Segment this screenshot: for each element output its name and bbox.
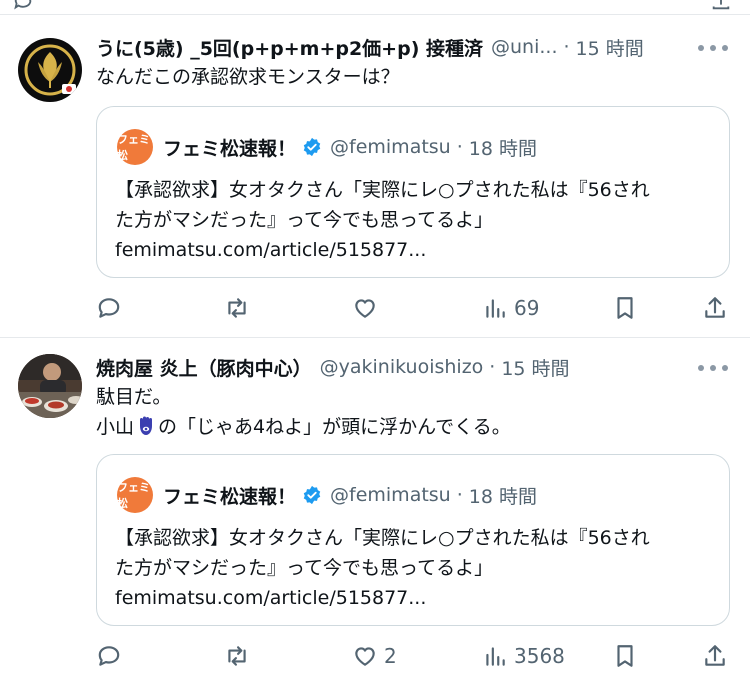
tweet-header: 焼肉屋 炎上（豚肉中心） @yakinikuoishizo · 15 時間	[96, 352, 570, 382]
quote-text: 【承認欲求】女オタクさん「実際にレ○プされた私は『56され た方がマシだった』っ…	[115, 523, 715, 613]
display-name[interactable]: 焼肉屋 炎上（豚肉中心）	[96, 354, 312, 381]
like-button[interactable]: 2	[352, 636, 397, 676]
views-count: 3568	[514, 644, 565, 668]
bookmark-button[interactable]	[612, 636, 638, 676]
views-icon	[486, 647, 505, 666]
reply-button[interactable]	[96, 288, 128, 328]
quote-avatar[interactable]: フェミ松	[117, 129, 153, 165]
avatar[interactable]	[18, 38, 82, 102]
views-icon	[486, 299, 505, 318]
quoted-tweet[interactable]: フェミ松 フェミ松速報！ @femimatsu · 18 時間 【承認欲求】女オ…	[96, 106, 730, 278]
quote-display-name: フェミ松速報！	[163, 485, 297, 508]
tweet-text: なんだこの承認欲求モンスターは？	[96, 62, 400, 92]
quote-link[interactable]: femimatsu.com/article/515877...	[115, 235, 715, 265]
more-icon[interactable]	[698, 364, 728, 372]
retweet-icon	[228, 646, 246, 666]
hamsa-emoji-icon	[140, 416, 153, 435]
tweet-header: うに(5歳) _5回(p+p+m+p2価+p) 接種済 @uni... · 15…	[96, 32, 644, 62]
reply-icon[interactable]	[12, 0, 34, 12]
bookmark-icon	[617, 645, 633, 667]
quote-text: 【承認欲求】女オタクさん「実際にレ○プされた私は『56され た方がマシだった』っ…	[115, 175, 715, 265]
quote-handle: @femimatsu	[330, 484, 451, 506]
bookmark-button[interactable]	[612, 288, 638, 328]
handle[interactable]: @yakinikuoishizo	[320, 356, 484, 378]
like-icon	[355, 299, 375, 318]
like-button[interactable]	[352, 288, 384, 328]
timestamp[interactable]: 15 時間	[576, 34, 644, 61]
views-button[interactable]: 3568	[482, 636, 565, 676]
reply-icon	[98, 646, 120, 666]
verified-badge-icon	[303, 485, 321, 505]
retweet-button[interactable]	[224, 288, 256, 328]
quote-link[interactable]: femimatsu.com/article/515877...	[115, 583, 715, 613]
quote-header: フェミ松速報！ @femimatsu · 18 時間	[163, 131, 537, 163]
share-button[interactable]	[702, 636, 728, 676]
tweet-text-segment: 小山	[96, 416, 135, 438]
quote-handle: @femimatsu	[330, 136, 451, 158]
quote-text-line: た方がマシだった』って今でも思ってるよ」	[115, 557, 494, 579]
separator-dot: ·	[456, 484, 463, 506]
share-icon	[705, 645, 725, 666]
share-icon	[705, 297, 725, 318]
quote-timestamp: 18 時間	[468, 137, 537, 160]
quote-text-line: 【承認欲求】女オタクさん「実際にレ○プされた私は『56され	[115, 527, 650, 549]
views-count: 69	[514, 296, 540, 320]
verified-badge-icon	[303, 137, 321, 157]
separator-dot: ·	[489, 356, 496, 378]
quote-avatar[interactable]: フェミ松	[117, 477, 153, 513]
quote-display-name: フェミ松速報！	[163, 137, 297, 160]
tweet-text-line: 駄目だ。	[96, 386, 172, 408]
handle[interactable]: @uni...	[491, 36, 557, 58]
avatar-photo-icon	[18, 354, 82, 418]
previous-tweet-actions	[0, 0, 750, 14]
quote-timestamp: 18 時間	[468, 485, 537, 508]
quoted-tweet[interactable]: フェミ松 フェミ松速報！ @femimatsu · 18 時間 【承認欲求】女オ…	[96, 454, 730, 626]
display-name[interactable]: うに(5歳) _5回(p+p+m+p2価+p) 接種済	[96, 34, 483, 61]
tweet-text: 駄目だ。 小山 の「じゃあ4ねよ」が頭に浮かんでくる。	[96, 382, 511, 442]
family-crest-icon	[19, 39, 81, 101]
retweet-icon	[228, 298, 246, 318]
like-icon	[355, 647, 375, 666]
quote-header: フェミ松速報！ @femimatsu · 18 時間	[163, 479, 537, 511]
tweet-actions: 2 3568	[0, 636, 750, 676]
views-button[interactable]: 69	[482, 288, 539, 328]
retweet-button[interactable]	[224, 636, 256, 676]
quote-text-line: 【承認欲求】女オタクさん「実際にレ○プされた私は『56され	[115, 179, 650, 201]
reply-button[interactable]	[96, 636, 128, 676]
quote-text-line: た方がマシだった』って今でも思ってるよ」	[115, 209, 494, 231]
separator-dot: ·	[563, 36, 570, 58]
tweet-text-line: 小山 の「じゃあ4ねよ」が頭に浮かんでくる。	[96, 412, 511, 442]
bookmark-icon	[617, 297, 633, 319]
share-icon[interactable]	[710, 0, 732, 12]
tweet-actions: 69	[0, 288, 750, 328]
separator-dot: ·	[456, 136, 463, 158]
more-icon[interactable]	[698, 44, 728, 52]
like-count: 2	[384, 644, 397, 668]
tweet-text-line: なんだこの承認欲求モンスターは？	[96, 66, 400, 88]
tweet-text-segment: の「じゃあ4ねよ」が頭に浮かんでくる。	[158, 416, 511, 438]
tweet-2[interactable]: 焼肉屋 炎上（豚肉中心） @yakinikuoishizo · 15 時間 駄目…	[0, 338, 750, 678]
share-button[interactable]	[702, 288, 728, 328]
reply-icon	[98, 298, 120, 318]
timestamp[interactable]: 15 時間	[501, 354, 569, 381]
avatar[interactable]	[18, 354, 82, 418]
tweet-1[interactable]: うに(5歳) _5回(p+p+m+p2価+p) 接種済 @uni... · 15…	[0, 14, 750, 337]
